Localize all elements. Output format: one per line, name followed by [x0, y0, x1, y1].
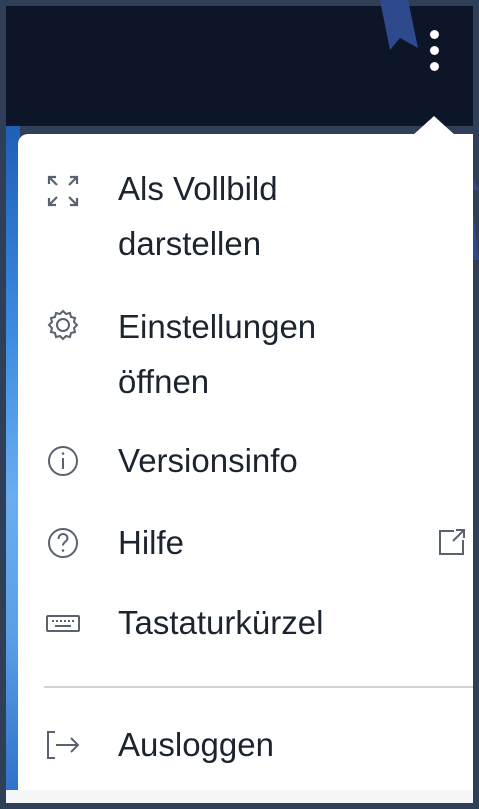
menu-item-label: darstellen — [118, 225, 262, 262]
menu-item-shortcuts[interactable]: Tastaturkürzel — [18, 598, 473, 653]
menu-item-logout[interactable]: Ausloggen — [18, 720, 473, 775]
menu-item-label: Tastaturkürzel — [118, 604, 324, 641]
menu-item-settings[interactable]: Einstellungen öffnen — [18, 302, 473, 412]
kebab-dot — [430, 62, 439, 71]
overflow-menu: Als Vollbild darstellen Einstellungen öf… — [18, 134, 473, 790]
menu-item-label: Als Vollbild — [118, 170, 278, 207]
menu-item-help[interactable]: Hilfe — [18, 518, 473, 573]
help-icon — [44, 524, 82, 562]
background-page-bottom — [6, 790, 473, 803]
menu-pointer — [412, 116, 456, 136]
more-options-button[interactable] — [425, 30, 445, 74]
app-header — [6, 6, 473, 126]
menu-item-label: Versionsinfo — [118, 442, 298, 479]
kebab-dot — [430, 30, 439, 39]
info-icon — [44, 442, 82, 480]
menu-item-fullscreen[interactable]: Als Vollbild darstellen — [18, 164, 473, 274]
menu-item-label: Einstellungen — [118, 308, 317, 345]
keyboard-icon — [44, 604, 82, 642]
kebab-dot — [430, 46, 439, 55]
fullscreen-icon — [44, 172, 82, 210]
menu-divider — [44, 686, 473, 688]
gear-icon — [44, 306, 82, 344]
menu-item-label: öffnen — [118, 363, 210, 400]
logout-icon — [44, 726, 82, 764]
menu-item-label: Hilfe — [118, 524, 185, 561]
menu-item-version-info[interactable]: Versionsinfo — [18, 436, 473, 491]
menu-item-label: Ausloggen — [118, 726, 274, 763]
external-link-icon — [436, 526, 468, 558]
